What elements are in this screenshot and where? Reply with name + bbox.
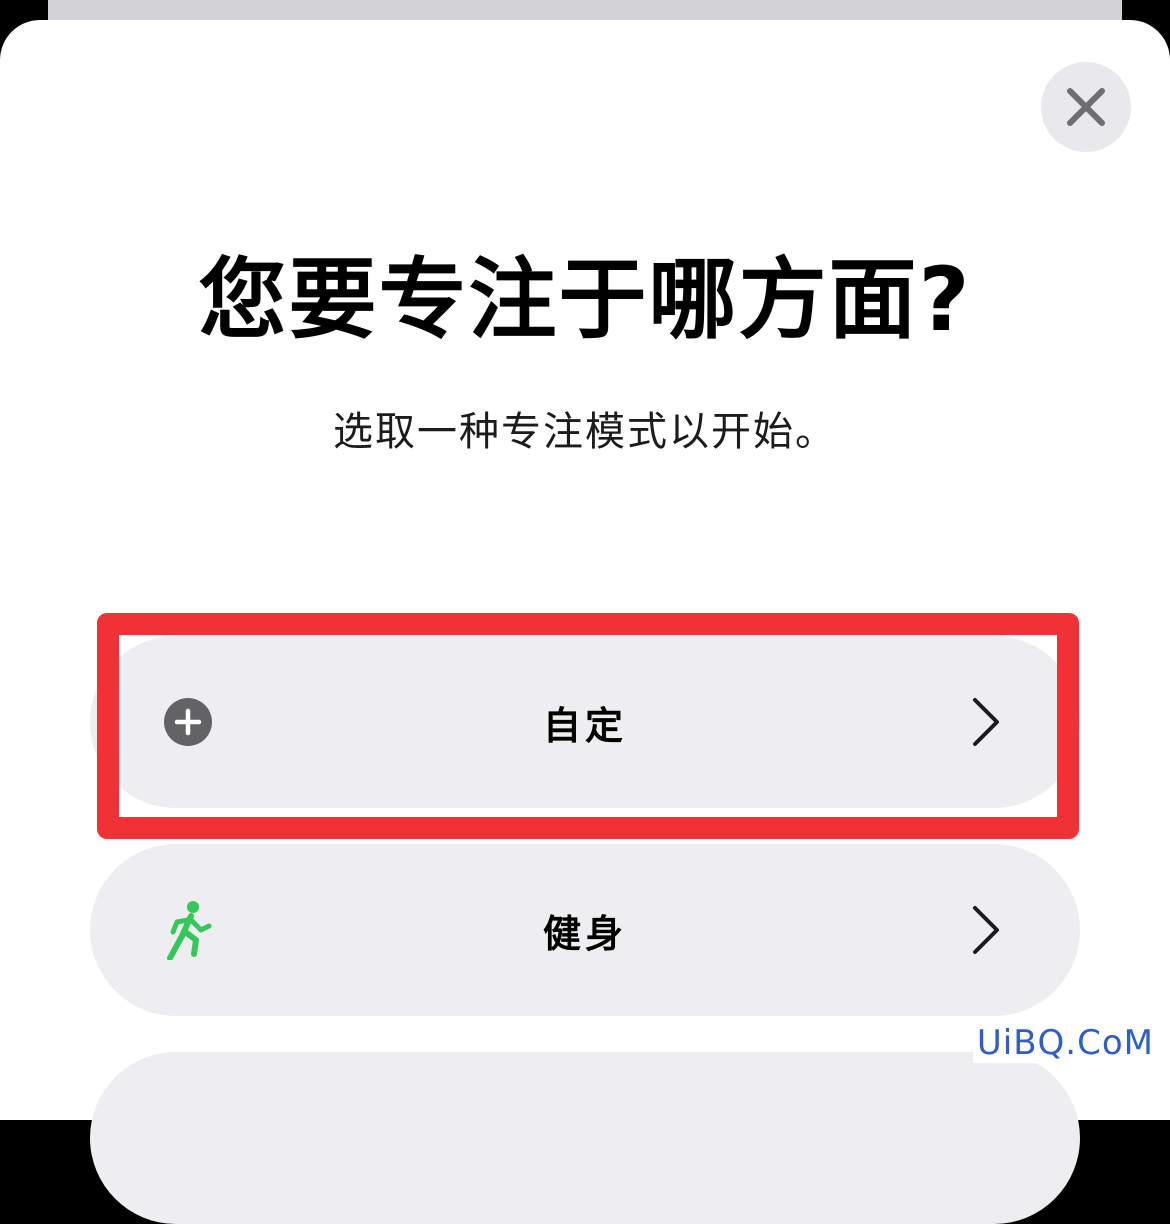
option-fitness[interactable]: 健身 <box>90 844 1080 1016</box>
close-icon <box>1067 88 1105 126</box>
option-label-custom: 自定 <box>542 703 627 748</box>
running-person-icon <box>162 901 214 960</box>
option-partial[interactable] <box>90 1052 1080 1224</box>
chevron-right-icon <box>973 906 999 954</box>
option-label-fitness: 健身 <box>542 911 627 956</box>
option-custom[interactable]: 自定 <box>90 636 1080 808</box>
chevron-right-icon <box>973 698 999 746</box>
page-subtitle: 选取一种专注模式以开始。 <box>333 409 837 455</box>
page-title: 您要专注于哪方面? <box>198 248 972 351</box>
close-button[interactable] <box>1041 62 1131 152</box>
watermark: UiBQ.CoM <box>972 1023 1158 1063</box>
plus-circle-icon <box>162 696 214 748</box>
